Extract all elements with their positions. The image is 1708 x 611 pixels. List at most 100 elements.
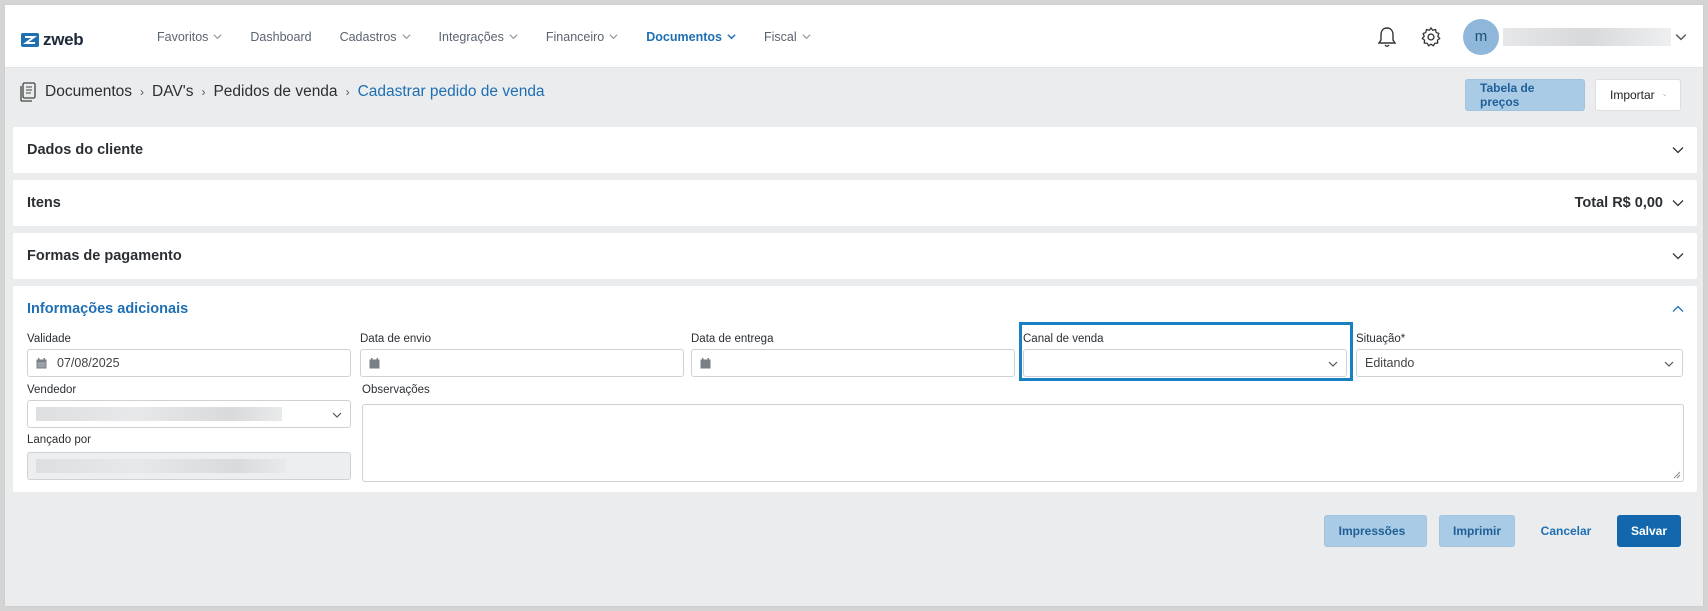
validade-date-field[interactable]: 07/08/2025: [27, 349, 351, 377]
calendar-icon: [369, 357, 380, 368]
import-label: Importar: [1610, 88, 1655, 102]
nav-label: Documentos: [646, 29, 722, 44]
chevron-down-icon: [1328, 361, 1338, 367]
validade-value: 07/08/2025: [57, 356, 120, 370]
top-actions: m: [1369, 5, 1703, 68]
avatar-initial: m: [1474, 28, 1488, 45]
chevron-down-icon: [609, 34, 618, 40]
nav-dashboard[interactable]: Dashboard: [236, 5, 325, 68]
chevron-down-icon: [509, 34, 518, 40]
validade-label: Validade: [27, 333, 71, 345]
price-table-button[interactable]: Tabela de preços: [1465, 79, 1585, 111]
chevron-right-icon: ›: [345, 85, 350, 99]
observacoes-textarea[interactable]: [362, 404, 1684, 482]
nav-label: Integrações: [438, 29, 504, 44]
breadcrumb: Documentos › DAV's › Pedidos de venda › …: [19, 82, 545, 102]
nav-label: Cadastros: [339, 29, 397, 44]
chevron-down-icon: [802, 34, 811, 40]
vendedor-select[interactable]: [27, 400, 351, 428]
chevron-down-icon: [1672, 147, 1684, 154]
chevron-down-icon: [213, 34, 222, 40]
app-window: zweb Favoritos Dashboard Cadastros Integ…: [4, 4, 1704, 607]
nav-label: Fiscal: [763, 29, 797, 44]
items-total: Total R$ 0,00: [1575, 195, 1685, 211]
logo-icon: [21, 33, 39, 47]
salvar-button[interactable]: Salvar: [1617, 515, 1681, 547]
document-icon: [20, 82, 36, 102]
nav-fiscal[interactable]: Fiscal: [750, 5, 825, 68]
main-nav: Favoritos Dashboard Cadastros Integraçõe…: [143, 5, 825, 68]
notifications-button[interactable]: [1369, 19, 1405, 55]
header-actions: Tabela de preços Importar: [1465, 79, 1681, 111]
data-envio-label: Data de envio: [360, 333, 431, 345]
bell-icon: [1377, 26, 1397, 47]
gear-icon: [1421, 26, 1441, 46]
nav-documentos[interactable]: Documentos: [632, 5, 750, 68]
chevron-up-icon: [1672, 305, 1684, 312]
settings-button[interactable]: [1413, 19, 1449, 55]
logo[interactable]: zweb: [21, 30, 84, 50]
chevron-down-icon: [1672, 253, 1684, 260]
situacao-label: Situação*: [1356, 333, 1406, 345]
panel-itens: Itens Total R$ 0,00: [13, 180, 1697, 226]
chevron-right-icon: ›: [201, 85, 206, 99]
panel-header-itens[interactable]: Itens Total R$ 0,00: [13, 180, 1697, 226]
panel-header-formas-pagamento[interactable]: Formas de pagamento: [13, 233, 1697, 279]
impressoes-button[interactable]: Impressões: [1324, 515, 1427, 547]
chevron-down-icon: [1672, 200, 1684, 207]
breadcrumb-bar: Documentos › DAV's › Pedidos de venda › …: [5, 69, 1703, 123]
resize-handle-icon[interactable]: [1673, 471, 1681, 479]
panel-title: Informações adicionais: [27, 301, 189, 317]
breadcrumb-davs[interactable]: DAV's: [152, 83, 193, 101]
chevron-right-icon: ›: [140, 85, 145, 99]
nav-label: Dashboard: [250, 29, 312, 44]
user-avatar[interactable]: m: [1463, 18, 1499, 55]
lancado-por-field: [27, 452, 351, 480]
top-navbar: zweb Favoritos Dashboard Cadastros Integ…: [5, 5, 1703, 68]
nav-favoritos[interactable]: Favoritos: [143, 5, 236, 68]
imprimir-button[interactable]: Imprimir: [1439, 515, 1515, 547]
chevron-down-icon: [332, 412, 342, 418]
breadcrumb-current: Cadastrar pedido de venda: [357, 83, 545, 100]
items-total-label: Total R$ 0,00: [1574, 195, 1663, 211]
calendar-icon: [36, 357, 47, 368]
panel-header-informacoes-adicionais[interactable]: Informações adicionais: [13, 286, 1697, 332]
data-entrega-label: Data de entrega: [691, 333, 774, 345]
situacao-value: Editando: [1365, 356, 1415, 370]
chevron-down-icon: [1662, 94, 1666, 96]
panel-informacoes-adicionais: Informações adicionais Validade 07/08/20…: [13, 286, 1697, 492]
data-entrega-field[interactable]: [691, 349, 1015, 377]
canal-venda-select[interactable]: [1023, 349, 1347, 377]
chevron-down-icon: [402, 34, 411, 40]
vendedor-value-redacted: [36, 407, 282, 421]
panel-title: Formas de pagamento: [27, 248, 182, 264]
lancado-por-value-redacted: [36, 459, 286, 473]
nav-financeiro[interactable]: Financeiro: [532, 5, 632, 68]
panel-title: Itens: [27, 195, 61, 211]
situacao-select[interactable]: Editando: [1356, 349, 1683, 377]
lancado-por-label: Lançado por: [27, 434, 91, 446]
panel-header-dados-cliente[interactable]: Dados do cliente: [13, 127, 1697, 173]
chevron-down-icon: [1664, 361, 1674, 367]
breadcrumb-pedidos-de-venda[interactable]: Pedidos de venda: [213, 83, 337, 101]
nav-cadastros[interactable]: Cadastros: [326, 5, 425, 68]
chevron-down-icon[interactable]: [1675, 31, 1687, 43]
canal-venda-label: Canal de venda: [1023, 333, 1104, 345]
chevron-down-icon: [727, 34, 736, 40]
calendar-icon: [700, 357, 711, 368]
logo-text: zweb: [43, 30, 84, 49]
breadcrumb-documentos[interactable]: Documentos: [45, 83, 132, 101]
user-name-redacted: [1503, 27, 1671, 46]
panel-title: Dados do cliente: [27, 142, 144, 158]
cancelar-button[interactable]: Cancelar: [1527, 515, 1605, 547]
panel-formas-pagamento: Formas de pagamento: [13, 233, 1697, 279]
impressoes-label: Impressões: [1338, 524, 1406, 538]
vendedor-label: Vendedor: [27, 384, 77, 396]
observacoes-label: Observações: [362, 384, 430, 396]
nav-label: Financeiro: [545, 29, 605, 44]
footer-actions: Impressões Imprimir Cancelar Salvar: [1324, 515, 1681, 547]
panel-dados-cliente: Dados do cliente: [13, 127, 1697, 173]
import-button[interactable]: Importar: [1595, 79, 1681, 111]
nav-integracoes[interactable]: Integrações: [425, 5, 532, 68]
data-envio-field[interactable]: [360, 349, 684, 377]
